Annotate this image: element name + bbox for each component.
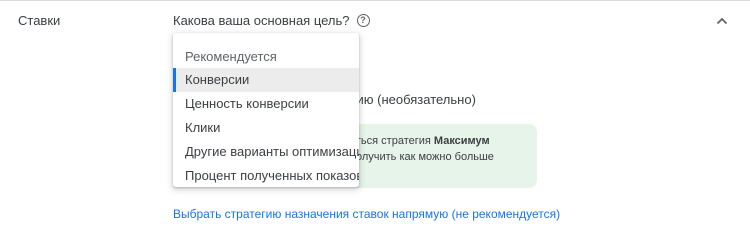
dropdown-option-clicks[interactable]: Клики [173,116,359,140]
goal-dropdown-menu: Рекомендуется Конверсии Ценность конверс… [173,33,359,187]
dropdown-option-conversions[interactable]: Конверсии [173,68,359,92]
section-divider [0,0,750,1]
dropdown-option-impression-share[interactable]: Процент полученных показов [173,164,359,187]
dropdown-option-conversion-value[interactable]: Ценность конверсии [173,92,359,116]
chevron-up-icon[interactable] [716,16,728,26]
goal-question-text: Какова ваша основная цель? [173,13,350,28]
optional-conversion-text: сию (необязательно) [350,92,476,107]
strategy-name: Максимум [433,135,490,147]
dropdown-option-other-optimization[interactable]: Другие варианты оптимизации [173,140,359,164]
info-text: аться стратегия [350,135,434,147]
goal-question: Какова ваша основная цель? ? [173,13,370,28]
info-line: аться стратегия Максимум [350,135,490,147]
dropdown-group-header: Рекомендуется [185,49,277,64]
info-line: получить как можно больше [350,151,494,163]
help-icon[interactable]: ? [356,14,370,27]
select-strategy-directly-link[interactable]: Выбрать стратегию назначения ставок напр… [173,207,560,221]
strategy-info-box: аться стратегия Максимум получить как мо… [350,124,537,188]
bidding-section: Ставки Какова ваша основная цель? ? сию … [0,0,750,244]
section-title: Ставки [18,13,61,28]
